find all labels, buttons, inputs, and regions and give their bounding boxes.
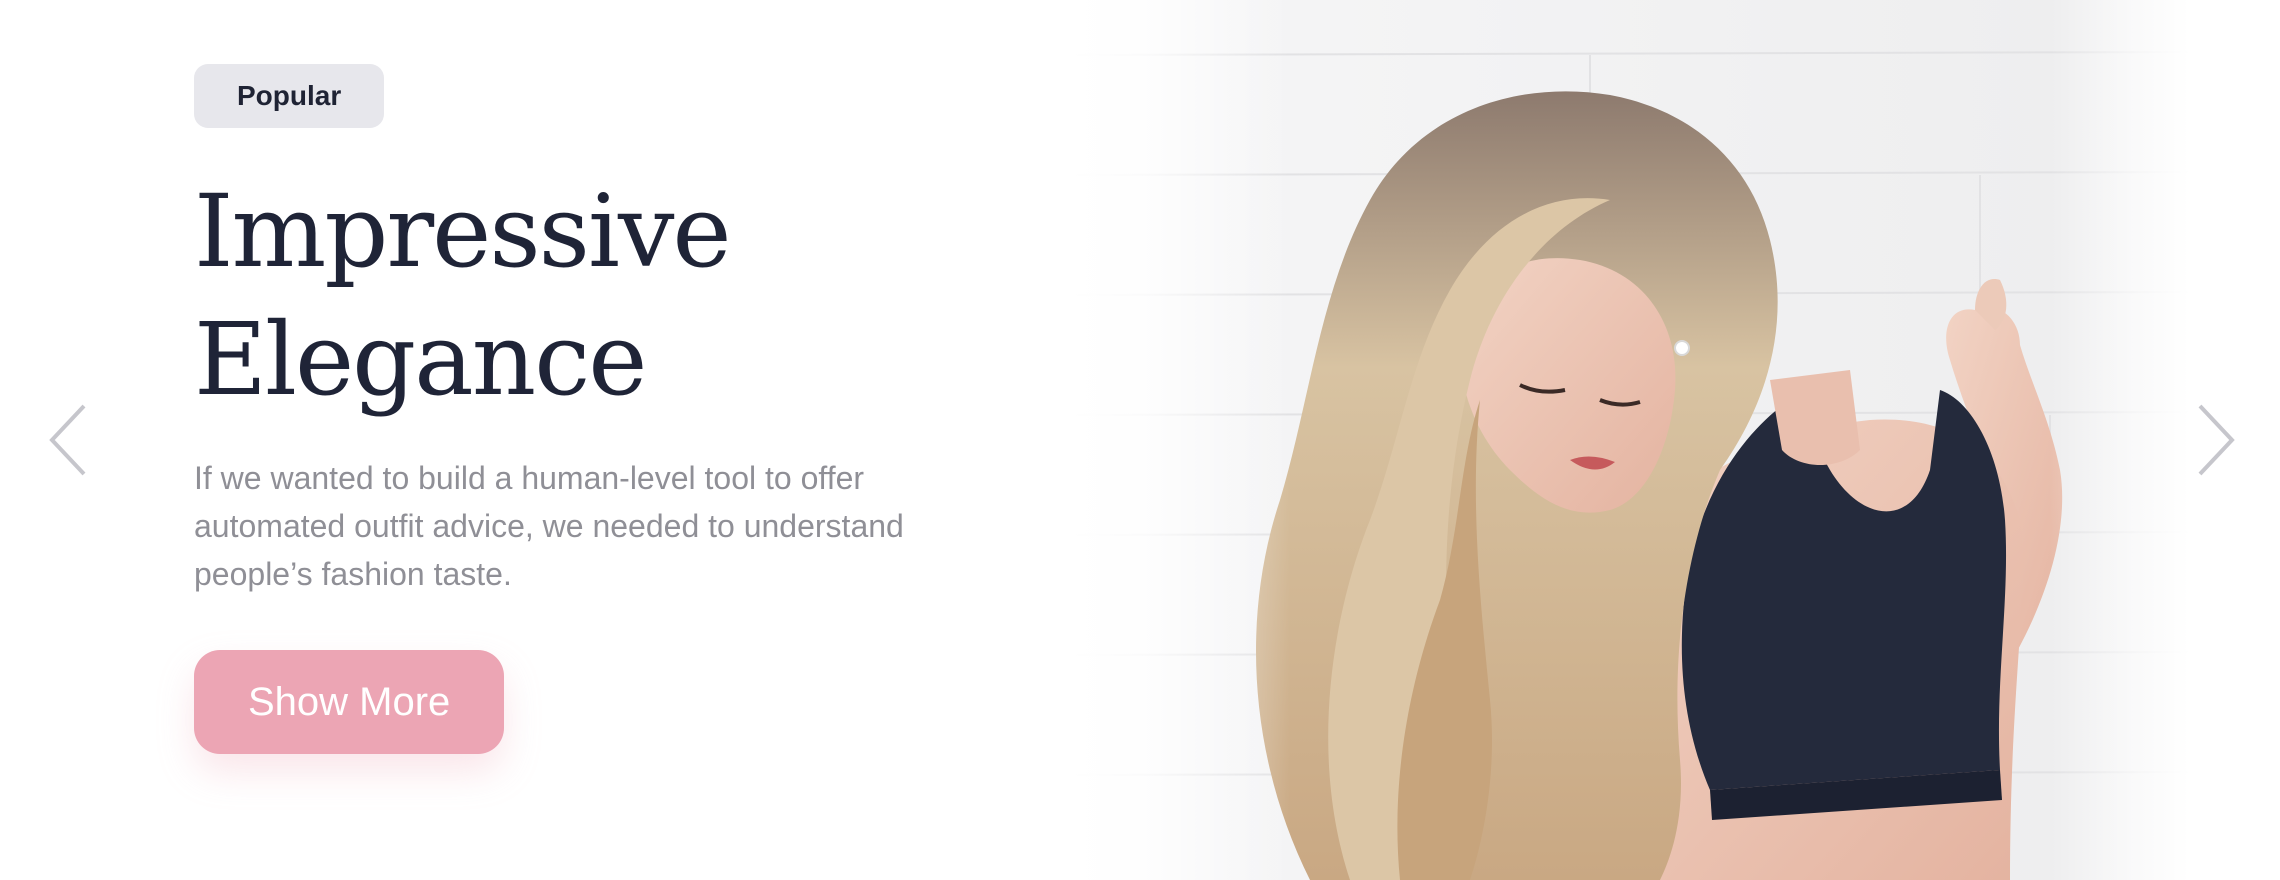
next-slide-button[interactable] — [2190, 400, 2240, 480]
hero-content: Popular Impressive Elegance If we wanted… — [194, 64, 994, 754]
hero-title-line-2: Elegance — [194, 301, 647, 418]
show-more-button[interactable]: Show More — [194, 650, 505, 754]
hero-description: If we wanted to build a human-level tool… — [194, 460, 904, 592]
hero-title-line-1: Impressive — [194, 173, 732, 290]
chevron-left-icon — [49, 404, 86, 476]
popular-badge: Popular — [194, 64, 385, 128]
hero-slider: Popular Impressive Elegance If we wanted… — [0, 0, 2280, 880]
previous-slide-button[interactable] — [44, 400, 94, 480]
hero-title: Impressive Elegance — [194, 168, 994, 424]
image-fade-left — [1070, 0, 1290, 880]
image-fade-right — [2050, 0, 2190, 880]
chevron-right-icon — [2198, 404, 2235, 476]
hero-image — [1070, 0, 2190, 880]
